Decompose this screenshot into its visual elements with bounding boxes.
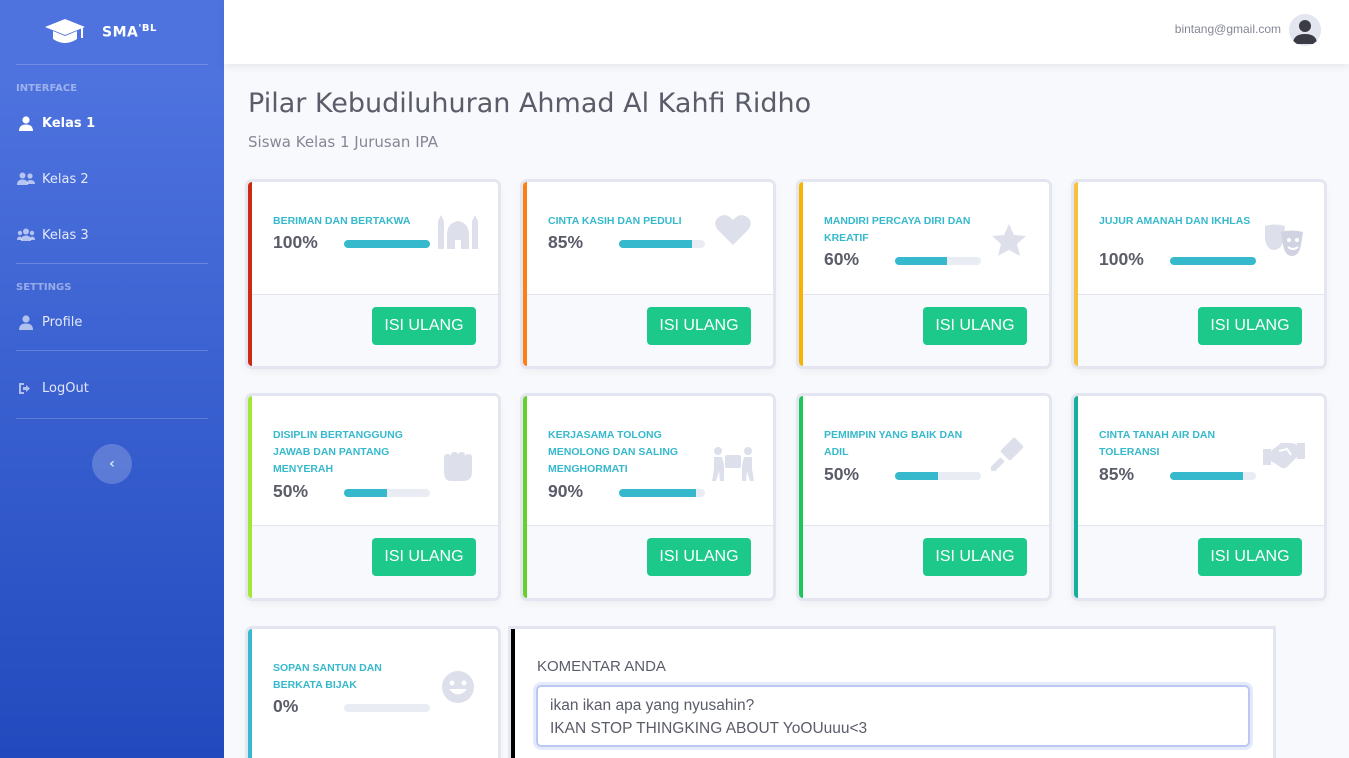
progress-bar [344,489,430,497]
card-accent [511,629,515,758]
sidebar-divider [16,418,208,419]
sidebar-heading-interface: INTERFACE [16,83,78,94]
progress-bar [619,489,705,497]
handshake-icon [1262,434,1306,474]
card-label: SOPAN SANTUN DAN BERKATA BIJAK [273,662,382,691]
isi-ulang-button[interactable]: ISI ULANG [923,538,1027,576]
card-mandiri: MANDIRI PERCAYA DIRI DAN KREATIF 60% ISI… [799,182,1049,366]
smile-icon [436,667,480,707]
theater-masks-icon [1262,220,1306,260]
isi-ulang-button[interactable]: ISI ULANG [372,307,476,345]
card-jujur: JUJUR AMANAH DAN IKHLAS 100% ISI ULANG [1074,182,1324,366]
topbar: bintang@gmail.com [224,0,1349,64]
star-icon [987,220,1031,260]
progress-bar [619,240,705,248]
chevron-left-icon: ‹ [109,456,115,472]
user-icon [17,115,35,131]
card-kerjasama: KERJASAMA TOLONG MENOLONG DAN SALING MEN… [523,396,773,598]
card-label: CINTA TANAH AIR DAN TOLERANSI [1099,429,1216,458]
card-cinta-tanah-air: CINTA TANAH AIR DAN TOLERANSI 85% ISI UL… [1074,396,1324,598]
card-label: KERJASAMA TOLONG MENOLONG DAN SALING MEN… [548,429,679,475]
heart-icon [711,210,755,250]
brand-name: SMA'BL [102,23,157,41]
card-sopan-santun: SOPAN SANTUN DAN BERKATA BIJAK 0% [248,629,498,758]
progress-bar [895,257,981,265]
sidebar-item-label: Kelas 1 [42,115,96,131]
comment-title: KOMENTAR ANDA [537,658,666,675]
sidebar-item-logout[interactable]: LogOut [0,358,224,418]
card-label: BERIMAN DAN BERTAKWA [273,215,411,227]
mosque-icon [436,212,480,252]
sidebar-item-kelas-1[interactable]: Kelas 1 [0,95,224,151]
user-email[interactable]: bintang@gmail.com [1175,22,1281,36]
card-percent: 50% [273,481,309,501]
card-label: MANDIRI PERCAYA DIRI DAN KREATIF [824,215,971,244]
card-label: PEMIMPIN YANG BAIK DAN ADIL [824,429,963,458]
isi-ulang-button[interactable]: ISI ULANG [647,538,751,576]
isi-ulang-button[interactable]: ISI ULANG [647,307,751,345]
sidebar-item-profile[interactable]: Profile [0,294,224,350]
card-percent: 50% [824,464,860,484]
sign-out-icon [17,380,35,396]
sidebar-divider [16,350,208,351]
sidebar-item-label: Kelas 2 [42,171,89,187]
card-percent: 90% [548,481,584,501]
sidebar-item-label: Kelas 3 [42,227,89,243]
users-group-icon [17,227,35,243]
sidebar-item-kelas-2[interactable]: Kelas 2 [0,151,224,207]
user-icon [17,314,35,330]
page-title: Pilar Kebudiluhuran Ahmad Al Kahfi Ridho [248,88,812,119]
progress-bar [344,704,430,712]
page-subtitle: Siswa Kelas 1 Jurusan IPA [248,133,438,151]
comment-card: KOMENTAR ANDA ikan ikan apa yang nyusahi… [511,629,1273,758]
sidebar-item-kelas-3[interactable]: Kelas 3 [0,207,224,263]
isi-ulang-button[interactable]: ISI ULANG [372,538,476,576]
progress-bar [1170,257,1256,265]
comment-textarea[interactable]: ikan ikan apa yang nyusahin? IKAN STOP T… [536,685,1250,747]
sidebar: SMA'BL INTERFACE Kelas 1 Kelas 2 Kelas 3… [0,0,224,758]
users-icon [17,171,35,187]
card-cinta-kasih: CINTA KASIH DAN PEDULI 85% ISI ULANG [523,182,773,366]
card-percent: 100% [1099,249,1144,269]
card-percent: 100% [273,232,318,252]
user-avatar-icon[interactable] [1289,14,1321,46]
graduation-cap-icon [45,19,85,43]
brand[interactable]: SMA'BL [0,0,224,64]
gavel-icon [987,434,1031,474]
people-carry-icon [711,444,755,484]
sidebar-toggle-button[interactable]: ‹ [92,444,132,484]
card-beriman: BERIMAN DAN BERTAKWA 100% ISI ULANG [248,182,498,366]
isi-ulang-button[interactable]: ISI ULANG [923,307,1027,345]
fist-icon [436,446,480,486]
card-percent: 0% [273,696,299,716]
card-percent: 85% [548,232,584,252]
card-percent: 85% [1099,464,1135,484]
sidebar-heading-settings: SETTINGS [16,282,72,293]
card-label: DISIPLIN BERTANGGUNG JAWAB DAN PANTANG M… [273,429,403,475]
card-label: CINTA KASIH DAN PEDULI [548,215,682,227]
isi-ulang-button[interactable]: ISI ULANG [1198,538,1302,576]
card-pemimpin: PEMIMPIN YANG BAIK DAN ADIL 50% ISI ULAN… [799,396,1049,598]
sidebar-item-label: Profile [42,314,83,330]
card-disiplin: DISIPLIN BERTANGGUNG JAWAB DAN PANTANG M… [248,396,498,598]
card-percent: 60% [824,249,860,269]
card-label: JUJUR AMANAH DAN IKHLAS [1099,215,1251,227]
isi-ulang-button[interactable]: ISI ULANG [1198,307,1302,345]
progress-bar [1170,472,1256,480]
progress-bar [895,472,981,480]
progress-bar [344,240,430,248]
sidebar-item-label: LogOut [42,380,89,396]
